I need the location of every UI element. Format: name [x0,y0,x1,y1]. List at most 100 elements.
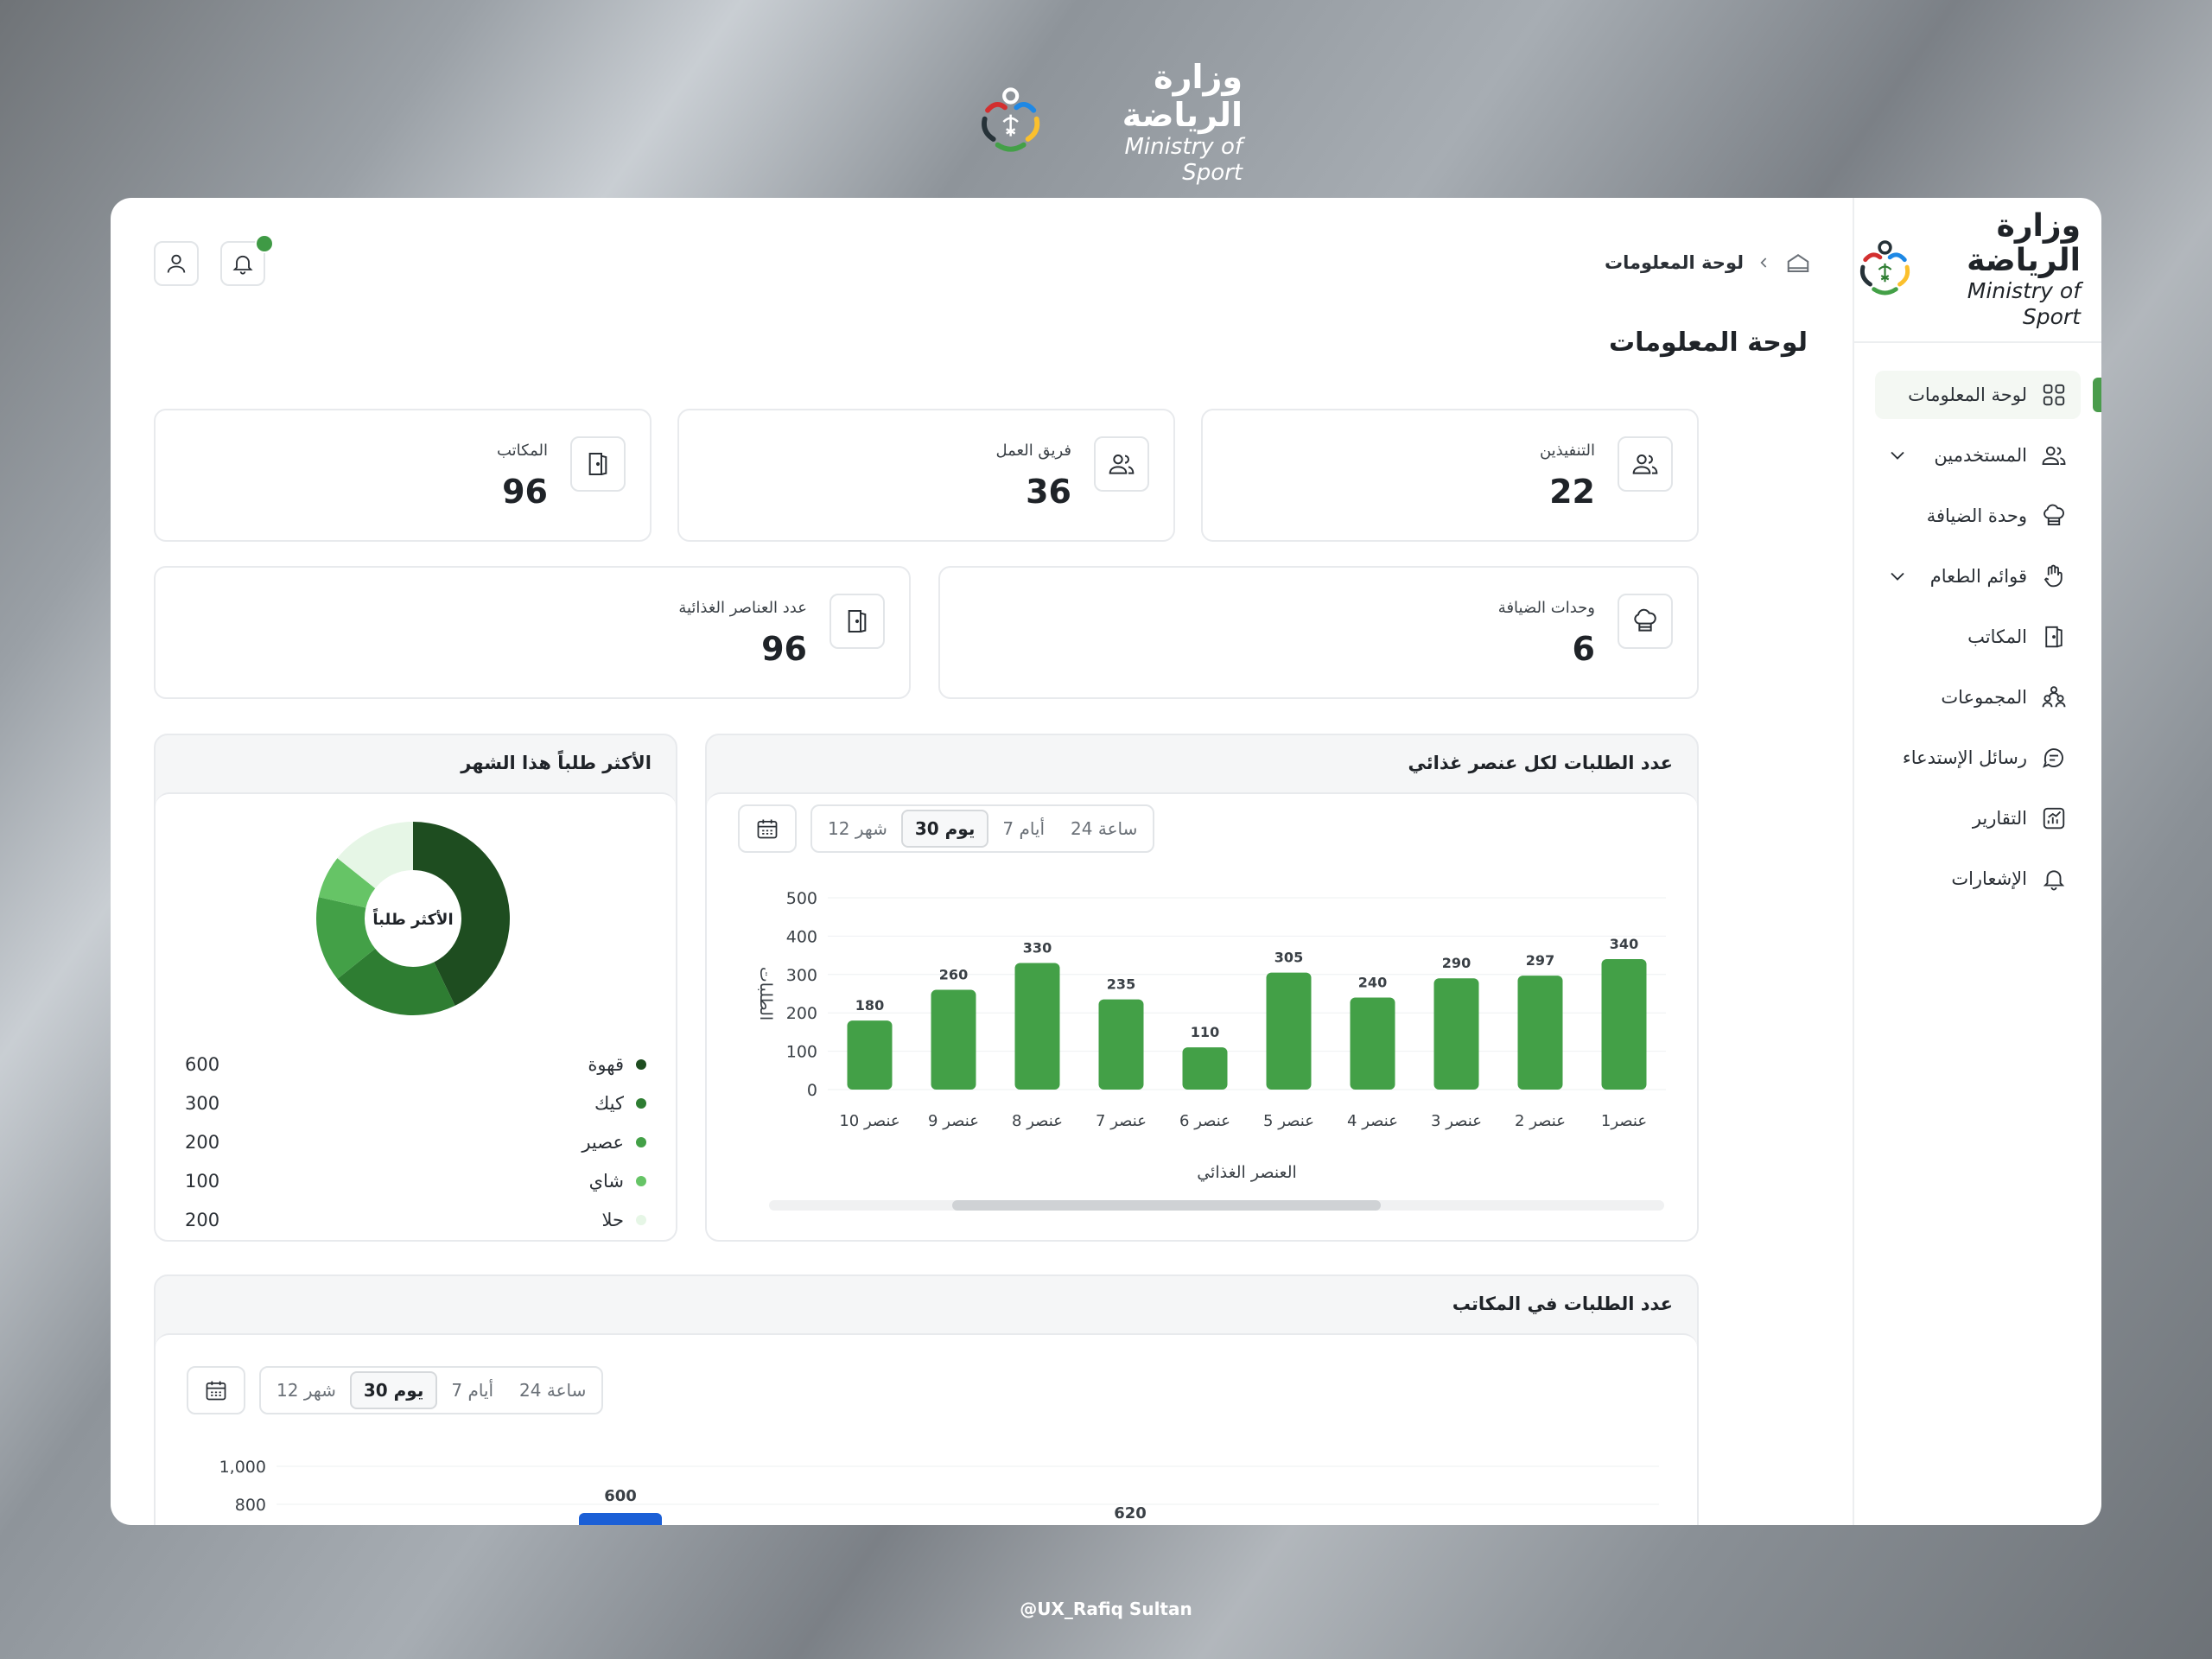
stat-label: التنفيذين [1539,442,1595,460]
bar-value-label: 297 [1526,952,1554,969]
time-filter-30d[interactable]: 30 يوم [900,810,989,848]
legend-label: حلا [601,1210,646,1230]
grid-icon [2043,384,2065,406]
stat-icon-box [830,594,885,649]
legend-item: 300 كيك [185,1090,646,1116]
horizontal-scrollbar-track[interactable] [769,1200,1664,1211]
stat-icon-box [570,436,626,492]
sidebar-item-dashboard[interactable]: لوحة المعلومات [1875,371,2101,419]
x-tick-label: عنصر 6 [1179,1112,1230,1130]
brand-name-en: Ministry of Sport [1967,278,2081,329]
x-tick-label: عنصر 7 [1096,1112,1147,1130]
legend-value: 600 [185,1054,220,1075]
bar-value-label: 260 [939,967,968,983]
brand-name-en: Ministry of Sport [1124,134,1243,186]
chevron-down-icon[interactable] [1885,564,1910,588]
horizontal-scrollbar-thumb[interactable] [952,1200,1381,1211]
stat-label: فريق العمل [995,442,1072,460]
calendar-button[interactable] [738,804,797,853]
time-filter-24h[interactable]: 24 ساعة [507,1371,598,1409]
items-bar-chart: 0 100 200 300 400 500 340 عنصر1 297 عنصر 2 290 عنصر… [756,889,1666,1182]
calendar-button[interactable] [187,1366,245,1414]
sidebar-item-label: وحدة الضيافة [1926,505,2027,526]
time-filter-12m[interactable]: 12 شهر [264,1371,348,1409]
panel-title: الأكثر طلباً هذا الشهر [461,753,652,773]
time-filter-30d[interactable]: 30 يوم [349,1371,438,1409]
stat-label: وحدات الضيافة [1497,599,1595,617]
donut-center-label: الأكثر طلباً [372,908,454,929]
home-icon[interactable] [1785,250,1811,276]
items-orders-chart-panel: عدد الطلبات لكل عنصر غذائي 12 شهر 30 يوم… [705,734,1699,1242]
time-filter-12m[interactable]: 12 شهر [816,810,899,848]
profile-button[interactable] [154,241,199,286]
sidebar-item-hospitality[interactable]: وحدة الضيافة [1875,492,2081,540]
sidebar-item-users[interactable]: المستخدمين [1875,431,2081,480]
sidebar-item-label: المجموعات [1941,687,2027,708]
offices-bar-chart: 800 1,000 600 620 [219,1458,1659,1525]
legend-label-text: عصير [582,1132,624,1153]
notifications-button[interactable] [220,234,274,286]
top-brand-logo: وزارة الرياضة Ministry of Sport [975,58,1243,186]
stat-label: المكاتب [496,442,548,460]
chat-icon [2043,748,2063,768]
user-icon [167,254,186,273]
y-tick-label: 100 [786,1043,817,1062]
bar [1517,976,1563,1090]
chevron-down-icon[interactable] [1885,443,1910,467]
time-filter-7d[interactable]: 7 أيام [439,1371,505,1409]
stat-label: عدد العناصر الغذائية [678,599,807,617]
legend-label-text: حلا [601,1210,624,1230]
legend-value: 200 [185,1132,220,1153]
sidebar-nav: لوحة المعلومات المستخدمين وحدة الضيافة ق… [1854,343,2101,903]
sidebar-item-notifications[interactable]: الإشعارات [1875,855,2081,903]
y-tick-label: 1,000 [219,1458,266,1477]
legend-swatch [636,1059,646,1070]
stat-card-hospitality-units: وحدات الضيافة 6 [938,566,1699,699]
legend-label: عصير [582,1132,646,1153]
sidebar-item-label: رسائل الإستدعاء [1902,747,2027,768]
sidebar-item-offices[interactable]: المكاتب [1875,613,2081,661]
calendar-icon [757,819,778,839]
legend-item: 100 شاي [185,1168,646,1194]
users-icon [1632,454,1658,474]
x-tick-label: عنصر 2 [1515,1112,1566,1130]
legend-value: 100 [185,1171,220,1192]
y-tick-label: 500 [786,889,817,908]
legend-swatch [636,1176,646,1186]
group-icon [2042,686,2066,708]
sidebar-item-reports[interactable]: التقارير [1875,794,2081,842]
bar-value-label: 290 [1442,955,1471,971]
y-tick-label: 200 [786,1004,817,1023]
bar-value-label: 330 [1023,939,1052,956]
bar-value-label: 620 [1114,1504,1147,1522]
time-filter-24h[interactable]: 24 ساعة [1058,810,1149,848]
chef-hat-icon [2044,504,2064,525]
chef-hat-icon [1634,608,1656,632]
stat-value: 96 [761,630,807,668]
bar-value-label: 305 [1274,950,1303,966]
stat-card-team: فريق العمل 36 [677,409,1175,542]
time-filter-7d[interactable]: 7 أيام [990,810,1057,848]
bar [1433,978,1479,1090]
legend-label-text: كيك [594,1093,624,1114]
breadcrumb-current[interactable]: لوحة المعلومات [1605,252,1744,273]
menu-hand-icon [2044,564,2063,588]
sidebar-item-food-menus[interactable]: قوائم الطعام [1875,552,2081,601]
sidebar-item-label: المكاتب [1967,626,2027,647]
legend-swatch [636,1137,646,1147]
y-tick-label: 800 [235,1496,266,1515]
brand-name-ar: وزارة الرياضة [1122,58,1243,134]
panel-body: 12 شهر 30 يوم 7 أيام 24 ساعة 800 1,000 600… [156,1333,1697,1525]
sidebar-item-call-messages[interactable]: رسائل الإستدعاء [1875,734,2081,782]
panel-body: 12 شهر 30 يوم 7 أيام 24 ساعة 0 100 200 300 4… [707,792,1697,1240]
sidebar-item-groups[interactable]: المجموعات [1875,673,2081,721]
x-tick-label: عنصر 9 [928,1112,979,1130]
sidebar-item-label: لوحة المعلومات [1908,385,2027,405]
sidebar-item-label: قوائم الطعام [1929,566,2027,587]
app-window: لوحة المعلومات لوحة المعلومات التنفيذين … [111,198,2101,1525]
bar [579,1513,662,1525]
legend-label-text: قهوة [588,1054,624,1075]
sidebar-item-label: المستخدمين [1934,445,2027,466]
stat-value: 6 [1572,630,1595,668]
x-tick-label: عنصر 8 [1012,1112,1063,1130]
